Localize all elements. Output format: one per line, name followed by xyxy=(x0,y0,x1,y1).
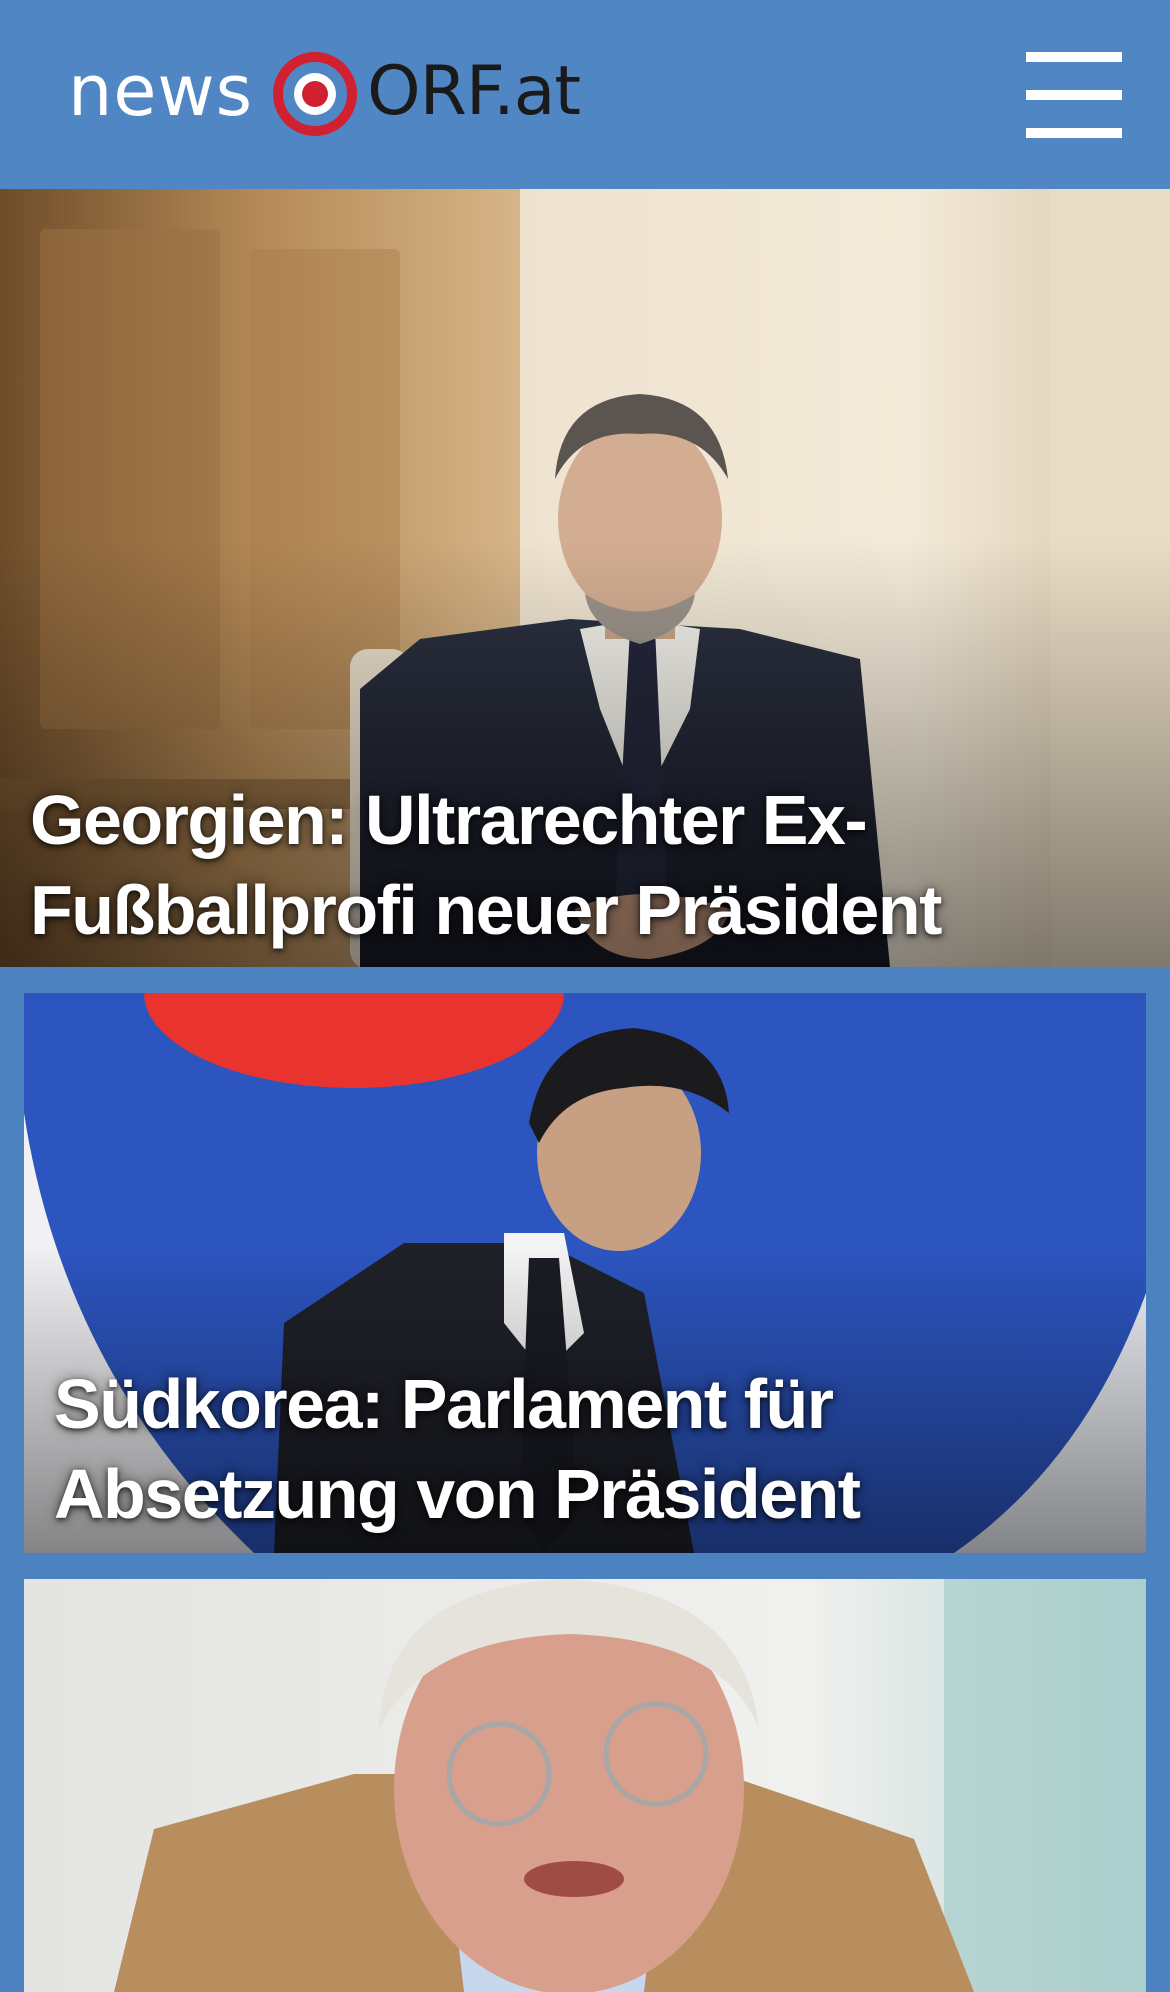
teaser-title[interactable]: Georgien: Ultrarechter Ex-Fußballprofi n… xyxy=(30,775,1140,955)
teaser-south-korea[interactable]: Südkorea: Parlament für Absetzung von Pr… xyxy=(24,993,1146,1553)
hamburger-menu-icon[interactable] xyxy=(1026,52,1122,138)
logo-orf-text: ORF.at xyxy=(367,52,581,131)
orf-target-icon xyxy=(273,52,358,136)
menu-bar xyxy=(1026,52,1122,62)
menu-bar xyxy=(1026,90,1122,100)
site-header: news ORF.at xyxy=(0,0,1170,189)
menu-bar xyxy=(1026,128,1122,138)
teaser-georgia[interactable]: Georgien: Ultrarechter Ex-Fußballprofi n… xyxy=(0,189,1170,967)
teaser-image-elderly-man xyxy=(24,1579,1146,1992)
news-orf-logo[interactable]: news ORF.at xyxy=(68,42,581,146)
teaser-title[interactable]: Südkorea: Parlament für Absetzung von Pr… xyxy=(54,1359,1126,1539)
logo-news-text: news xyxy=(68,50,254,132)
teaser-third[interactable] xyxy=(24,1579,1146,1992)
